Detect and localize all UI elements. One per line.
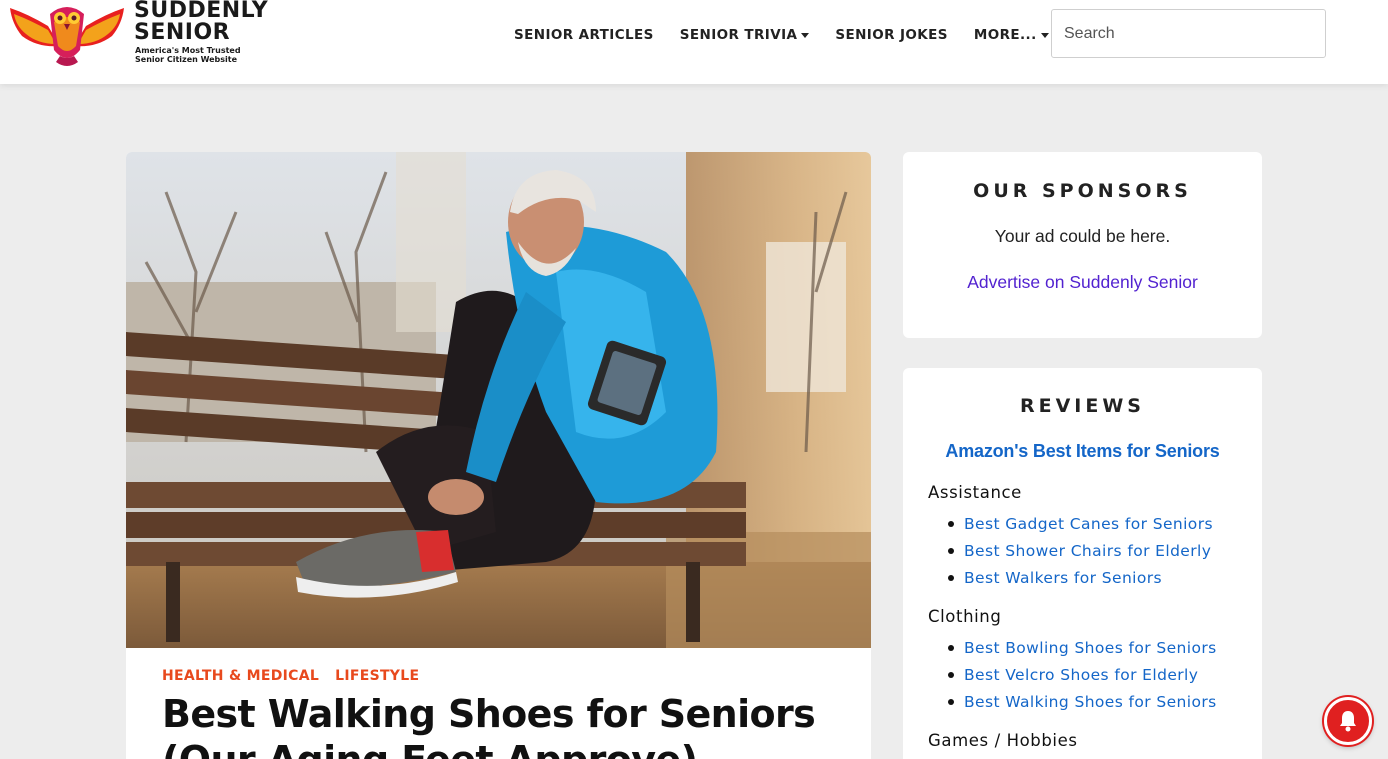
list-item: Best Velcro Shoes for Elderly [948,661,1217,688]
category-health-medical[interactable]: HEALTH & MEDICAL [162,668,319,684]
nav-senior-jokes[interactable]: SENIOR JOKES [835,25,948,45]
nav-senior-articles[interactable]: SENIOR ARTICLES [514,25,654,45]
site-header: SUDDENLY SENIOR America's Most Trusted S… [0,0,1388,84]
caret-down-icon [801,32,810,38]
bullet-icon [948,521,954,527]
list-item: Best Shower Chairs for Elderly [948,537,1213,564]
caret-down-icon [1040,32,1049,38]
main-nav: SENIOR ARTICLES SENIOR TRIVIA SENIOR JOK… [514,25,1075,45]
sponsors-text: Your ad could be here. [994,226,1171,246]
review-link[interactable]: Best Bowling Shoes for Seniors [964,639,1217,657]
review-group-clothing: Clothing Best Bowling Shoes for Seniors … [928,607,1217,715]
notification-bell-button[interactable] [1324,697,1372,745]
sponsors-title: OUR SPONSORS [973,180,1192,202]
review-link[interactable]: Best Velcro Shoes for Elderly [964,666,1198,684]
bullet-icon [948,575,954,581]
nav-label: SENIOR JOKES [835,27,948,43]
review-link[interactable]: Best Shower Chairs for Elderly [964,542,1211,560]
hero-photo-senior-tying-shoe[interactable] [126,152,871,648]
bullet-icon [948,645,954,651]
bullet-icon [948,548,954,554]
review-list: Best Bowling Shoes for Seniors Best Velc… [948,634,1217,715]
review-group-heading: Clothing [928,607,1002,626]
logo-text-line1: SUDDENLY [134,0,269,23]
site-logo[interactable]: SUDDENLY SENIOR America's Most Trusted S… [8,0,268,70]
nav-label: SENIOR TRIVIA [679,27,798,43]
sponsors-widget: OUR SPONSORS Your ad could be here. Adve… [903,152,1262,338]
bullet-icon [948,672,954,678]
list-item: Best Bowling Shoes for Seniors [948,634,1217,661]
featured-article-card: HEALTH & MEDICAL LIFESTYLE Best Walking … [126,152,871,759]
owl-logo-icon [10,7,124,66]
logo-text-line2: SENIOR [134,20,231,45]
nav-senior-trivia[interactable]: SENIOR TRIVIA [680,25,810,45]
amazon-best-items-link[interactable]: Amazon's Best Items for Seniors [903,441,1262,462]
bullet-icon [948,699,954,705]
review-list: Best Gadget Canes for Seniors Best Showe… [948,510,1213,591]
list-item: Best Walkers for Seniors [948,564,1213,591]
list-item: Best Walking Shoes for Seniors [948,688,1217,715]
list-item: Best Gadget Canes for Seniors [948,510,1213,537]
review-group-assistance: Assistance Best Gadget Canes for Seniors… [928,483,1213,591]
reviews-widget: REVIEWS Amazon's Best Items for Seniors … [903,368,1262,759]
search-input[interactable] [1051,9,1326,58]
logo-tagline-line2: Senior Citizen Website [135,55,238,64]
review-link[interactable]: Best Gadget Canes for Seniors [964,515,1213,533]
review-link[interactable]: Best Walking Shoes for Seniors [964,693,1217,711]
review-group-heading: Games / Hobbies [928,731,1078,750]
review-group-heading: Assistance [928,483,1022,502]
nav-label: MORE... [973,27,1037,43]
nav-label: SENIOR ARTICLES [514,27,654,43]
article-categories: HEALTH & MEDICAL LIFESTYLE [162,668,435,684]
article-title[interactable]: Best Walking Shoes for Seniors (Our Agin… [162,692,852,759]
bell-icon [1340,711,1356,732]
advertise-link[interactable]: Advertise on Suddenly Senior [903,272,1262,293]
logo-tagline-line1: America's Most Trusted [135,46,241,55]
category-lifestyle[interactable]: LIFESTYLE [335,668,419,684]
reviews-title: REVIEWS [1019,395,1145,417]
review-link[interactable]: Best Walkers for Seniors [964,569,1162,587]
review-group-games-hobbies: Games / Hobbies [928,731,1078,758]
nav-more[interactable]: MORE... [974,25,1049,45]
